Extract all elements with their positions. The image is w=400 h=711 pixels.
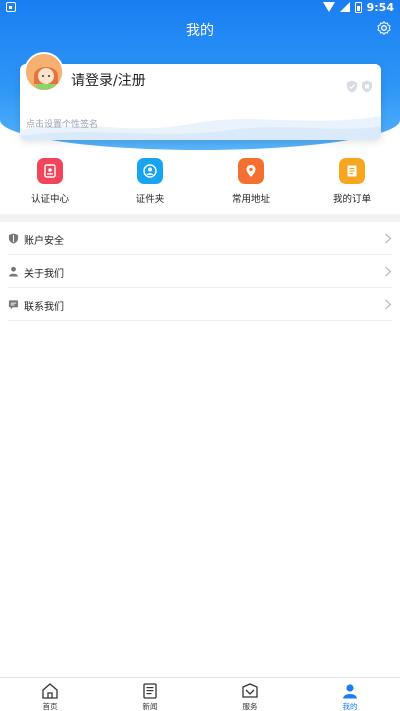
quick-action-label: 常用地址 — [231, 194, 270, 205]
person-circle-icon — [137, 158, 163, 184]
chevron-right-icon — [385, 233, 392, 244]
section-divider — [0, 214, 400, 222]
quick-action-orders[interactable]: 我的订单 — [312, 158, 392, 205]
menu-item-about-us[interactable]: 关于我们 — [8, 255, 392, 288]
tab-label: 服务 — [242, 702, 258, 711]
battery-icon — [354, 1, 362, 13]
order-list-icon — [339, 158, 365, 184]
chevron-right-icon — [385, 266, 392, 277]
verified-shield-icon — [347, 80, 357, 93]
tab-mine[interactable]: 我的 — [300, 682, 400, 711]
chat-icon — [8, 300, 19, 310]
settings-icon[interactable] — [376, 20, 392, 36]
service-icon — [242, 683, 258, 698]
quick-action-addresses[interactable]: 常用地址 — [211, 158, 291, 205]
menu-item-label: 账户安全 — [24, 236, 64, 247]
tab-label: 我的 — [342, 702, 358, 711]
id-shield-icon — [362, 80, 372, 93]
wifi-icon — [322, 2, 335, 12]
tab-label: 新闻 — [142, 702, 158, 711]
login-register-link[interactable]: 请登录/注册 — [71, 70, 146, 90]
shield-icon — [8, 233, 19, 244]
menu-item-label: 联系我们 — [24, 302, 64, 313]
menu-item-label: 关于我们 — [24, 269, 64, 280]
home-icon — [42, 683, 58, 699]
quick-action-document-folder[interactable]: 证件夹 — [110, 158, 190, 205]
id-badge-icon — [37, 158, 63, 184]
news-icon — [143, 683, 157, 699]
page-title: 我的 — [186, 23, 214, 39]
quick-action-label: 证件夹 — [135, 194, 165, 205]
quick-action-label: 认证中心 — [30, 194, 69, 205]
tab-label: 首页 — [42, 702, 58, 711]
menu-item-account-security[interactable]: 账户安全 — [8, 222, 392, 255]
location-pin-icon — [238, 158, 264, 184]
person-icon — [8, 266, 19, 277]
settings-menu: 账户安全 关于我们 联系我们 — [0, 222, 400, 321]
chevron-right-icon — [385, 299, 392, 310]
status-time: 9:54 — [366, 0, 394, 14]
quick-action-label: 我的订单 — [332, 194, 371, 205]
menu-item-contact-us[interactable]: 联系我们 — [8, 288, 392, 321]
badge-group — [346, 80, 373, 93]
bottom-tab-bar: 首页 新闻 服务 我的 — [0, 677, 400, 711]
signal-icon — [339, 2, 350, 12]
tab-home[interactable]: 首页 — [0, 682, 100, 711]
quick-action-certification[interactable]: 认证中心 — [10, 158, 90, 205]
tab-service[interactable]: 服务 — [200, 682, 300, 711]
quick-actions: 认证中心 证件夹 常用地址 我的订单 — [0, 158, 400, 208]
user-icon — [343, 684, 357, 699]
signature-placeholder[interactable]: 点击设置个性签名 — [26, 117, 98, 130]
status-bar: 9:54 — [0, 0, 400, 14]
avatar[interactable] — [24, 52, 64, 92]
notification-icon — [6, 2, 16, 12]
tab-news[interactable]: 新闻 — [100, 682, 200, 711]
